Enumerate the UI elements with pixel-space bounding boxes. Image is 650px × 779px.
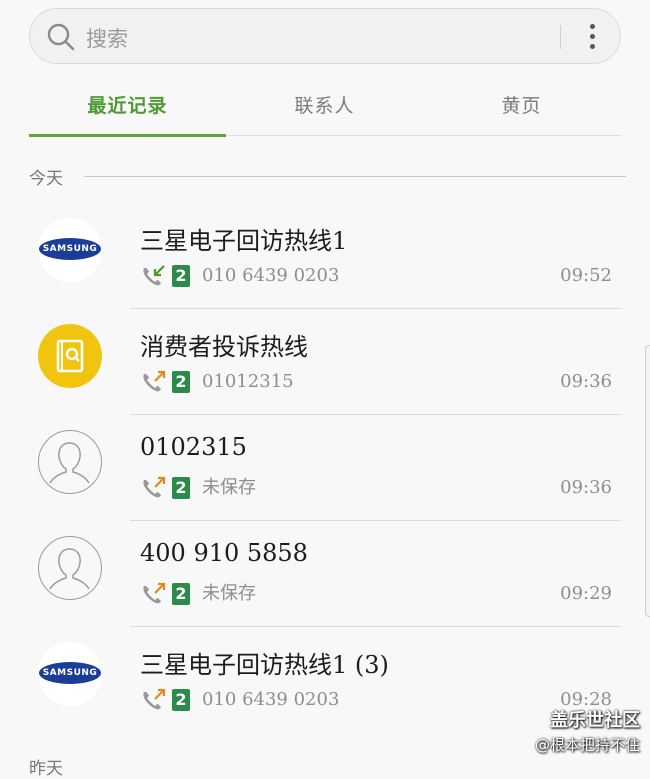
sim-badge: 2 [172,265,190,287]
section-header-yesterday: 昨天 [29,759,63,779]
sim-badge: 2 [172,689,190,711]
call-log-item[interactable]: SAMSUNG 三星电子回访热线1 2 010 6439 0203 09:52 [0,203,650,309]
tab-recents[interactable]: 最近记录 [29,72,226,136]
sim-badge: 2 [172,583,190,605]
outgoing-call-icon [143,582,166,604]
outgoing-call-icon [143,476,166,498]
section-header-today: 今天 [29,169,63,189]
samsung-logo: SAMSUNG [38,218,102,282]
call-detail: 01012315 [202,371,294,392]
call-detail: 未保存 [202,583,256,604]
samsung-logo-text: SAMSUNG [39,662,101,684]
outgoing-call-icon [143,370,166,392]
call-detail: 010 6439 0203 [202,689,340,710]
call-time: 09:36 [560,371,612,392]
samsung-logo: SAMSUNG [38,642,102,706]
call-time: 09:36 [560,477,612,498]
tab-yellow-pages[interactable]: 黄页 [423,72,620,136]
search-divider [560,25,561,49]
call-detail: 未保存 [202,477,256,498]
search-bar[interactable]: 搜索 [29,8,621,64]
samsung-logo-text: SAMSUNG [39,238,101,260]
sim-badge: 2 [172,371,190,393]
default-avatar-icon [38,430,102,494]
yellow-pages-icon [38,324,102,388]
contact-name: 三星电子回访热线1 (3) [140,651,389,679]
more-options-icon[interactable] [582,21,602,53]
sim-badge: 2 [172,477,190,499]
call-log-item[interactable]: 400 910 5858 2 未保存 09:29 [0,521,650,627]
contact-name: 400 910 5858 [140,539,308,567]
watermark-title: 盖乐世社区 [550,710,640,731]
contact-name: 消费者投诉热线 [140,333,308,361]
person-silhouette-icon [49,548,90,590]
default-avatar-icon [38,536,102,600]
contact-name: 三星电子回访热线1 [140,227,348,255]
tab-bar: 最近记录 联系人 黄页 [29,72,621,137]
outgoing-call-icon [143,688,166,710]
watermark-subtitle: @根本把持不住 [534,736,640,754]
incoming-call-icon [143,265,165,286]
call-time: 09:52 [560,265,612,286]
call-time: 09:29 [560,583,612,604]
yellow-pages-book-icon [56,339,84,373]
person-silhouette-icon [49,442,90,484]
call-log-item[interactable]: 消费者投诉热线 2 01012315 09:36 [0,309,650,415]
search-input[interactable]: 搜索 [86,23,128,53]
active-tab-indicator [29,134,226,137]
section-rule [84,176,626,177]
search-icon [47,23,75,51]
call-log-item[interactable]: 0102315 2 未保存 09:36 [0,415,650,521]
call-detail: 010 6439 0203 [202,265,340,286]
tab-contacts[interactable]: 联系人 [226,72,423,136]
scrollbar-handle[interactable] [645,345,650,617]
contact-name: 0102315 [140,433,247,461]
